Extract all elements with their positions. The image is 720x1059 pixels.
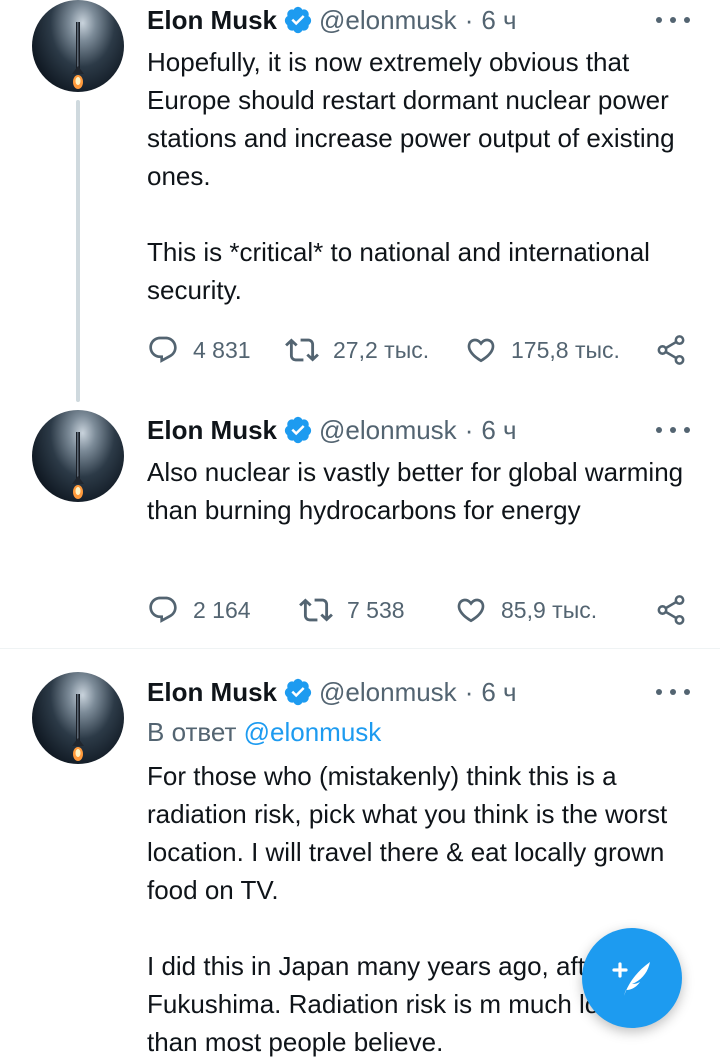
reply-button[interactable]: 4 831	[147, 330, 251, 370]
timestamp[interactable]: 6 ч	[481, 415, 516, 446]
retweet-button[interactable]: 27,2 тыс.	[285, 330, 429, 370]
share-icon	[657, 335, 685, 365]
share-button[interactable]	[654, 590, 688, 630]
separator-dot: ·	[464, 4, 474, 35]
more-options-icon[interactable]	[656, 680, 690, 704]
reply-count: 4 831	[193, 336, 251, 363]
tweet-header: Elon Musk @elonmusk · 6 ч	[147, 2, 690, 38]
avatar[interactable]	[32, 0, 124, 92]
tweet-text: Also nuclear is vastly better for global…	[147, 457, 684, 525]
reply-icon	[149, 336, 177, 363]
compose-tweet-button[interactable]	[582, 928, 682, 1028]
retweet-icon	[285, 338, 319, 362]
like-button[interactable]: 85,9 тыс.	[455, 590, 597, 630]
reply-context: В ответ @elonmusk	[147, 717, 381, 748]
verified-badge-icon	[284, 678, 312, 706]
more-options-icon[interactable]	[656, 418, 690, 442]
retweet-count: 7 538	[347, 596, 405, 623]
tweet-header: Elon Musk @elonmusk · 6 ч	[147, 412, 690, 448]
reply-count: 2 164	[193, 596, 251, 623]
tweet-actions: 2 164 7 538 85,9 тыс.	[147, 590, 692, 630]
retweet-icon	[299, 598, 333, 622]
compose-tweet-icon	[612, 962, 650, 996]
reply-button[interactable]: 2 164	[147, 590, 251, 630]
verified-badge-icon	[284, 6, 312, 34]
reply-icon	[149, 596, 177, 623]
tweet-actions: 4 831 27,2 тыс. 175,8 тыс.	[147, 330, 692, 370]
reply-mention-link[interactable]: @elonmusk	[244, 717, 382, 747]
avatar[interactable]	[32, 410, 124, 502]
tweet-feed: Elon Musk @elonmusk · 6 ч Hopefully, it …	[0, 0, 720, 1059]
author-name[interactable]: Elon Musk	[147, 415, 277, 446]
reply-prefix: В ответ	[147, 717, 237, 747]
retweet-button[interactable]: 7 538	[299, 590, 405, 630]
like-count: 85,9 тыс.	[501, 596, 598, 623]
author-name[interactable]: Elon Musk	[147, 677, 277, 708]
tweet-divider	[0, 648, 720, 649]
share-button[interactable]	[654, 330, 688, 370]
tweet-text: Hopefully, it is now extremely obvious t…	[147, 47, 675, 305]
tweet-2[interactable]: Elon Musk @elonmusk · 6 ч Also nuclear i…	[0, 410, 720, 648]
author-name[interactable]: Elon Musk	[147, 5, 277, 36]
separator-dot: ·	[464, 676, 474, 707]
author-handle[interactable]: @elonmusk	[319, 677, 457, 708]
more-options-icon[interactable]	[656, 8, 690, 32]
author-handle[interactable]: @elonmusk	[319, 415, 457, 446]
heart-icon	[467, 338, 495, 363]
author-handle[interactable]: @elonmusk	[319, 5, 457, 36]
avatar[interactable]	[32, 672, 124, 764]
share-icon	[657, 595, 685, 625]
verified-badge-icon	[284, 416, 312, 444]
tweet-1[interactable]: Elon Musk @elonmusk · 6 ч Hopefully, it …	[0, 0, 720, 400]
like-count: 175,8 тыс.	[511, 336, 620, 363]
separator-dot: ·	[464, 414, 474, 445]
timestamp[interactable]: 6 ч	[481, 5, 516, 36]
like-button[interactable]: 175,8 тыс.	[465, 330, 620, 370]
tweet-header: Elon Musk @elonmusk · 6 ч	[147, 674, 690, 710]
heart-icon	[457, 598, 485, 623]
timestamp[interactable]: 6 ч	[481, 677, 516, 708]
retweet-count: 27,2 тыс.	[333, 336, 430, 363]
